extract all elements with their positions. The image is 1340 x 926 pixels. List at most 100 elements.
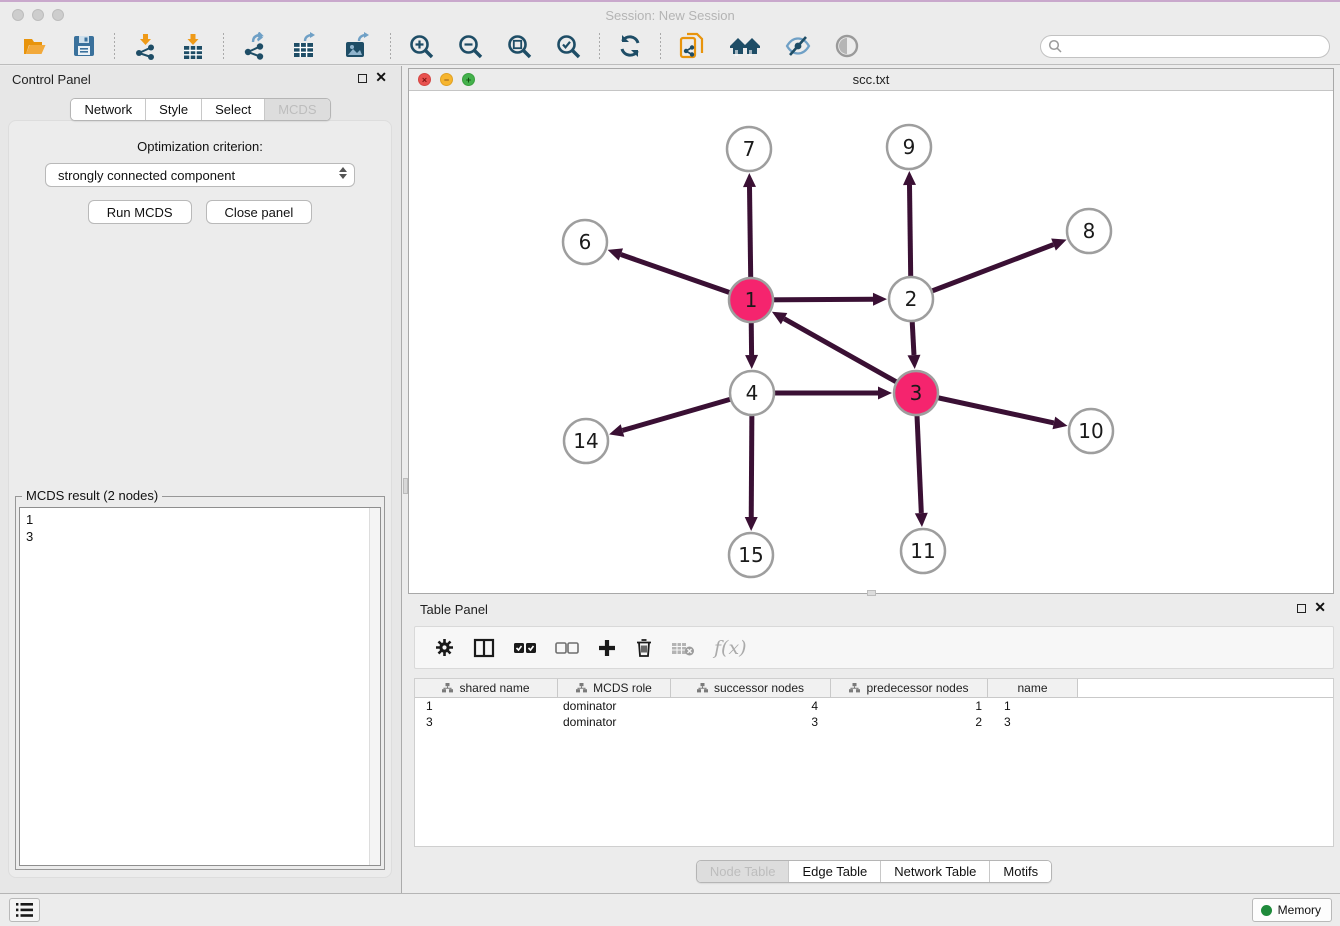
mcds-button-row: Run MCDS Close panel [9, 200, 391, 224]
table-cell[interactable]: 3 [671, 715, 831, 729]
hide-eye-button[interactable] [780, 32, 816, 60]
column-header-predecessor-nodes[interactable]: predecessor nodes [831, 679, 988, 698]
delete-table-button[interactable] [671, 639, 695, 657]
toolbar-divider [660, 33, 661, 59]
close-panel-button[interactable]: Close panel [206, 200, 313, 224]
mcds-result-list[interactable]: 13 [19, 507, 381, 866]
graph-node-label: 14 [573, 429, 598, 453]
home-icon [728, 34, 762, 58]
save-session-button[interactable] [67, 31, 101, 61]
tab-select[interactable]: Select [201, 99, 264, 120]
tab-motifs[interactable]: Motifs [989, 861, 1051, 882]
task-history-button[interactable] [9, 898, 40, 922]
zoom-in-button[interactable] [404, 31, 439, 62]
export-image-button[interactable] [339, 30, 377, 62]
result-scrollbar[interactable] [369, 508, 380, 865]
delete-column-button[interactable] [635, 637, 653, 658]
zoom-fit-button[interactable] [502, 31, 537, 62]
column-header-successor-nodes[interactable]: successor nodes [671, 679, 831, 698]
table-row[interactable]: 1dominator411 [415, 698, 1333, 714]
workspace: Control Panel ✕ Network Style Select MCD… [0, 66, 1340, 893]
main-toolbar [0, 28, 1340, 65]
tab-style[interactable]: Style [145, 99, 201, 120]
tab-edge-table[interactable]: Edge Table [788, 861, 880, 882]
graph-arrowhead [1052, 417, 1067, 430]
table-toolbar: f(x) [414, 626, 1334, 669]
table-cell[interactable]: 2 [831, 715, 988, 729]
float-table-panel-icon[interactable] [1297, 604, 1306, 613]
gear-icon [434, 637, 455, 658]
open-session-button[interactable] [17, 31, 53, 61]
show-columns-button[interactable] [473, 638, 495, 658]
toolbar-divider [599, 33, 600, 59]
status-bar: Memory [0, 893, 1340, 926]
import-network-button[interactable] [128, 30, 162, 62]
select-all-rows-button[interactable] [513, 641, 537, 655]
columns-icon [473, 638, 495, 658]
graph-arrowhead [873, 293, 887, 306]
toolbar-divider [114, 33, 115, 59]
run-mcds-button[interactable]: Run MCDS [88, 200, 192, 224]
zoom-selected-icon [555, 33, 582, 60]
network-graph-canvas[interactable]: 7968124314101511 [409, 91, 1333, 593]
vertical-splitter[interactable] [401, 66, 408, 893]
network-window-titlebar: × − + scc.txt [409, 69, 1333, 91]
table-cell[interactable]: 4 [671, 699, 831, 713]
tab-network[interactable]: Network [71, 99, 145, 120]
column-settings-button[interactable] [434, 637, 455, 658]
toolbar-divider [390, 33, 391, 59]
tab-network-table[interactable]: Network Table [880, 861, 989, 882]
home-button[interactable] [724, 32, 766, 60]
zoom-out-button[interactable] [453, 31, 488, 62]
tab-node-table[interactable]: Node Table [697, 861, 789, 882]
graph-arrowhead [609, 424, 624, 436]
column-header-mcds-role[interactable]: MCDS role [558, 679, 671, 698]
table-panel: Table Panel ✕ [408, 596, 1340, 890]
eye-slash-icon [784, 34, 812, 58]
table-cell[interactable]: 3 [988, 715, 1078, 729]
graph-arrowhead [745, 517, 758, 531]
table-cell[interactable]: 1 [415, 699, 558, 713]
graph-node-label: 15 [738, 543, 763, 567]
export-network-button[interactable] [237, 30, 273, 62]
lens-button[interactable] [830, 31, 864, 61]
column-header-shared-name[interactable]: shared name [415, 679, 558, 698]
import-table-button[interactable] [176, 30, 210, 62]
zoom-selected-button[interactable] [551, 31, 586, 62]
refresh-layout-button[interactable] [613, 31, 647, 61]
save-disk-icon [71, 33, 97, 59]
function-builder-label[interactable]: f(x) [714, 637, 747, 659]
graph-node-label: 8 [1083, 219, 1096, 243]
table-cell[interactable]: 1 [831, 699, 988, 713]
deselect-all-rows-button[interactable] [555, 641, 579, 655]
table-cell[interactable]: dominator [558, 715, 671, 729]
zoom-fit-icon [506, 33, 533, 60]
create-column-button[interactable] [597, 638, 617, 658]
graph-node-label: 4 [746, 381, 759, 405]
memory-button[interactable]: Memory [1252, 898, 1332, 922]
table-cell[interactable]: 3 [415, 715, 558, 729]
graph-arrowhead [907, 355, 920, 369]
import-table-icon [180, 32, 206, 60]
search-container [1040, 35, 1330, 58]
table-cell[interactable]: dominator [558, 699, 671, 713]
mcds-result-line: 3 [26, 528, 374, 545]
export-table-button[interactable] [287, 30, 325, 62]
list-icon [16, 903, 33, 917]
graph-arrowhead [743, 173, 756, 187]
search-input[interactable] [1040, 35, 1330, 58]
graph-arrowhead [608, 248, 623, 260]
close-table-panel-icon[interactable]: ✕ [1314, 599, 1326, 616]
mcds-result-title: MCDS result (2 nodes) [22, 488, 162, 503]
criterion-select[interactable]: strongly connected component [45, 163, 355, 187]
float-panel-icon[interactable] [358, 74, 367, 83]
table-row[interactable]: 3dominator323 [415, 714, 1333, 730]
import-network-icon [132, 32, 158, 60]
tab-mcds[interactable]: MCDS [264, 99, 329, 120]
table-cell[interactable]: 1 [988, 699, 1078, 713]
graph-node-label: 3 [910, 381, 923, 405]
close-panel-icon[interactable]: ✕ [375, 69, 387, 86]
column-header-name[interactable]: name [988, 679, 1078, 698]
copy-network-button[interactable] [674, 29, 710, 63]
graph-node-label: 1 [745, 288, 758, 312]
